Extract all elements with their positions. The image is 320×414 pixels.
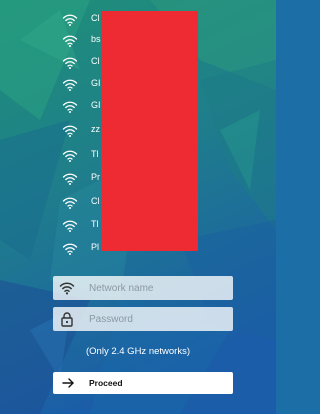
network-name-input[interactable] (89, 276, 229, 300)
wifi-icon (62, 14, 78, 26)
arrow-right-icon (62, 378, 74, 388)
lock-icon (61, 312, 73, 327)
wifi-icon (62, 79, 78, 91)
wifi-icon (62, 173, 78, 185)
password-field[interactable] (53, 307, 233, 331)
wifi-icon (62, 197, 78, 209)
proceed-label: Proceed (89, 378, 123, 388)
wifi-icon (62, 101, 78, 113)
wifi-icon (62, 35, 78, 47)
wifi-icon (62, 125, 78, 137)
frequency-note: (Only 2.4 GHz networks) (86, 346, 190, 357)
proceed-button[interactable]: Proceed (53, 372, 233, 394)
network-name-field[interactable] (53, 276, 233, 300)
wifi-icon (62, 57, 78, 69)
redaction-block (101, 11, 198, 251)
wifi-icon (59, 282, 75, 295)
wifi-icon (62, 243, 78, 255)
password-input[interactable] (89, 307, 229, 331)
wifi-icon (62, 150, 78, 162)
wifi-icon (62, 220, 78, 232)
